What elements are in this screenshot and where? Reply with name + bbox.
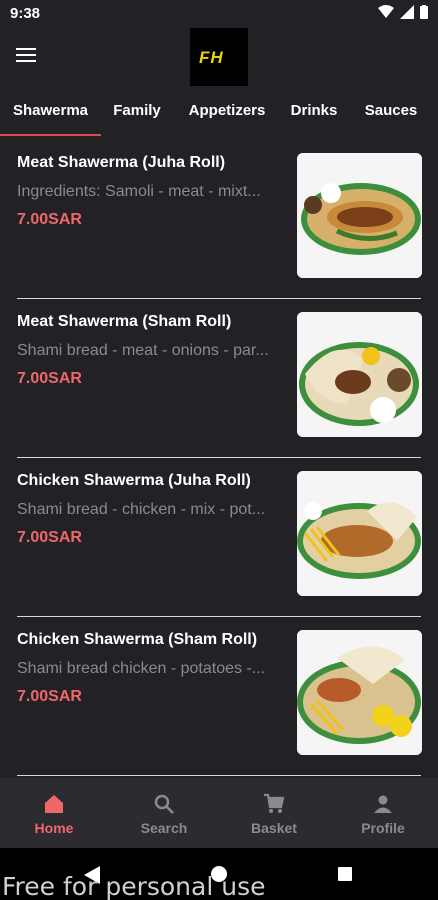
item-title: Meat Shawerma (Sham Roll) xyxy=(17,313,232,330)
divider xyxy=(17,775,421,776)
status-time: 9:38 xyxy=(10,5,41,22)
item-description: Ingredients: Samoli - meat - mixt... xyxy=(17,183,261,200)
item-image xyxy=(297,471,422,596)
nav-label: Search xyxy=(140,820,188,836)
item-description: Shami bread chicken - potatoes -... xyxy=(17,660,266,677)
item-price: 7.00SAR xyxy=(17,370,82,387)
list-item[interactable]: Meat Shawerma (Sham Roll) Shami bread - … xyxy=(0,299,438,458)
nav-search[interactable]: Search xyxy=(124,792,204,836)
recents-icon[interactable] xyxy=(338,867,352,881)
item-description: Shami bread - meat - onions - par... xyxy=(17,342,269,359)
logo: FH xyxy=(190,28,248,86)
list-item[interactable]: Chicken Shawerma (Sham Roll) Shami bread… xyxy=(0,617,438,776)
bottom-navigation: Home Search Basket Profile xyxy=(0,778,438,848)
nav-label: Home xyxy=(34,820,74,836)
item-price: 7.00SAR xyxy=(17,688,82,705)
nav-home[interactable]: Home xyxy=(14,792,94,836)
nav-label: Basket xyxy=(251,820,297,836)
nav-profile[interactable]: Profile xyxy=(343,792,423,836)
status-bar: 9:38 xyxy=(0,0,438,28)
search-icon xyxy=(154,794,174,814)
item-title: Chicken Shawerma (Juha Roll) xyxy=(17,472,251,489)
status-icons xyxy=(378,5,428,19)
cart-icon xyxy=(264,793,285,813)
nav-basket[interactable]: Basket xyxy=(234,792,314,836)
list-item[interactable]: Meat Shawerma (Juha Roll) Ingredients: S… xyxy=(0,140,438,299)
tab-appetizers[interactable]: Appetizers xyxy=(180,96,274,136)
item-title: Meat Shawerma (Juha Roll) xyxy=(17,154,226,171)
tab-sauces[interactable]: Sauces xyxy=(357,96,425,136)
menu-button[interactable] xyxy=(14,44,38,68)
nav-label: Profile xyxy=(361,820,405,836)
item-price: 7.00SAR xyxy=(17,529,82,546)
item-image xyxy=(297,630,422,755)
item-image xyxy=(297,153,422,278)
wifi-icon xyxy=(378,5,394,18)
menu-icon xyxy=(16,48,36,50)
item-image xyxy=(297,312,422,437)
category-tabs: Shawerma Family Appetizers Drinks Sauces xyxy=(0,96,438,138)
signal-icon xyxy=(400,5,414,19)
item-title: Chicken Shawerma (Sham Roll) xyxy=(17,631,258,648)
watermark: Free for personal use xyxy=(2,872,266,900)
home-icon xyxy=(45,795,63,813)
battery-icon xyxy=(420,5,428,19)
tab-drinks[interactable]: Drinks xyxy=(283,96,345,136)
logo-mark: FH xyxy=(199,48,224,67)
tab-family[interactable]: Family xyxy=(101,96,173,136)
tab-shawerma[interactable]: Shawerma xyxy=(0,96,101,136)
item-description: Shami bread - chicken - mix - pot... xyxy=(17,501,266,518)
list-item[interactable]: Chicken Shawerma (Juha Roll) Shami bread… xyxy=(0,458,438,617)
profile-icon xyxy=(374,795,392,813)
item-price: 7.00SAR xyxy=(17,211,82,228)
app-bar: FH xyxy=(0,28,438,88)
